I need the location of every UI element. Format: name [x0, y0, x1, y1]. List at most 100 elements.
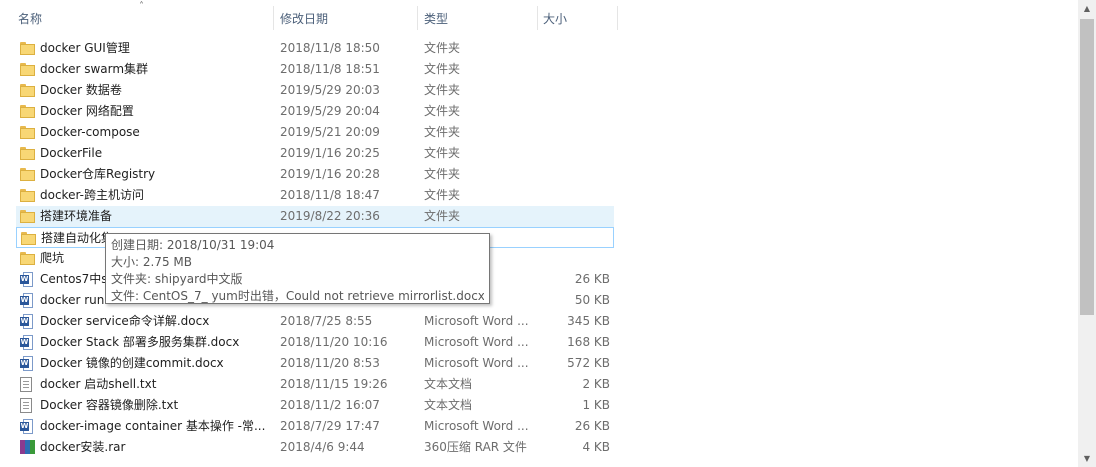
file-type: 文件夹 [424, 104, 461, 118]
file-modified-date: 2019/8/22 20:36 [280, 209, 380, 223]
file-size [536, 122, 610, 143]
file-size [536, 38, 610, 59]
vertical-scrollbar[interactable]: ▲ ▼ [1078, 0, 1096, 467]
file-size: 50 KB [574, 293, 610, 307]
file-size: 345 KB [567, 314, 610, 328]
file-size: 26 KB [574, 272, 610, 286]
folder-icon [20, 83, 36, 98]
folder-icon [20, 251, 36, 266]
file-row[interactable]: docker GUI管理 2018/11/8 18:50 文件夹 [16, 38, 614, 59]
file-type: 360压缩 RAR 文件 [424, 440, 527, 454]
column-header-name[interactable]: 名称 [18, 0, 42, 36]
file-modified-date: 2018/11/20 8:53 [280, 356, 380, 370]
text-file-icon [20, 377, 36, 392]
file-name: docker安装.rar [40, 440, 126, 454]
file-type: Microsoft Word ... [424, 335, 529, 349]
scroll-down-arrow-icon[interactable]: ▼ [1078, 450, 1096, 467]
file-name: Docker-compose [40, 125, 140, 139]
file-modified-date: 2018/7/25 8:55 [280, 314, 373, 328]
tooltip-files: 文件: CentOS_7_ yum时出错，Could not retrieve … [111, 289, 484, 303]
file-row[interactable]: docker安装.rar 2018/4/6 9:44 360压缩 RAR 文件 4 K… [16, 437, 614, 458]
file-name: Docker仓库Registry [40, 167, 156, 181]
file-type: 文件夹 [424, 209, 461, 223]
column-divider[interactable] [417, 6, 418, 30]
file-type: 文件夹 [424, 167, 461, 181]
file-size [536, 143, 610, 164]
file-size: 26 KB [574, 419, 610, 433]
file-modified-date: 2019/1/16 20:25 [280, 146, 380, 160]
folder-icon [20, 188, 36, 203]
file-type: Microsoft Word ... [424, 356, 529, 370]
file-size [537, 228, 611, 249]
column-divider[interactable] [617, 6, 618, 30]
column-header-type[interactable]: 类型 [424, 0, 448, 36]
file-modified-date: 2018/11/2 16:07 [280, 398, 380, 412]
scroll-up-arrow-icon[interactable]: ▲ [1078, 0, 1096, 17]
folder-icon [20, 104, 36, 119]
word-doc-icon: W [20, 293, 36, 308]
file-row[interactable]: Docker-compose 2019/5/21 20:09 文件夹 [16, 122, 614, 143]
file-modified-date: 2019/1/16 20:28 [280, 167, 380, 181]
file-modified-date: 2018/11/8 18:47 [280, 188, 380, 202]
file-size [536, 80, 610, 101]
file-row[interactable]: W Docker 镜像的创建commit.docx 2018/11/20 8:53 M… [16, 353, 614, 374]
file-name: Docker 镜像的创建commit.docx [40, 356, 224, 370]
file-row[interactable]: DockerFile 2019/1/16 20:25 文件夹 [16, 143, 614, 164]
file-size [536, 164, 610, 185]
folder-icon [21, 231, 37, 246]
file-modified-date: 2019/5/29 20:04 [280, 104, 380, 118]
word-doc-icon: W [20, 419, 36, 434]
file-modified-date: 2018/11/8 18:51 [280, 62, 380, 76]
file-size: 572 KB [567, 356, 610, 370]
column-divider[interactable] [537, 6, 538, 30]
file-size: 168 KB [567, 335, 610, 349]
file-type: 文件夹 [424, 83, 461, 97]
tooltip-created-date: 创建日期: 2018/10/31 19:04 [111, 238, 275, 252]
file-row[interactable]: W Docker service命令详解.docx 2018/7/25 8:55 Mi… [16, 311, 614, 332]
folder-icon [20, 62, 36, 77]
file-row[interactable]: Docker 网络配置 2019/5/29 20:04 文件夹 [16, 101, 614, 122]
file-size: 4 KB [582, 440, 610, 454]
column-divider[interactable] [273, 6, 274, 30]
file-name: Docker Stack 部署多服务集群.docx [40, 335, 240, 349]
column-header-date[interactable]: 修改日期 [280, 0, 328, 36]
file-row[interactable]: 搭建环境准备 2019/8/22 20:36 文件夹 [16, 206, 614, 227]
file-type: 文件夹 [424, 146, 461, 160]
file-size [536, 248, 610, 269]
file-name: DockerFile [40, 146, 103, 160]
file-name: Docker 数据卷 [40, 83, 122, 97]
file-row[interactable]: Docker 容器镜像删除.txt 2018/11/2 16:07 文本文档 1 KB [16, 395, 614, 416]
file-name: docker-跨主机访问 [40, 188, 144, 202]
word-doc-icon: W [20, 356, 36, 371]
file-type: 文件夹 [424, 125, 461, 139]
file-type: 文本文档 [424, 398, 473, 412]
file-size [536, 206, 610, 227]
file-modified-date: 2018/4/6 9:44 [280, 440, 365, 454]
file-name: docker-image container 基本操作 -常... [40, 419, 266, 433]
column-header-bar: 名称 ˄ 修改日期 类型 大小 [0, 0, 1078, 36]
file-type: 文件夹 [424, 62, 461, 76]
scrollbar-thumb[interactable] [1080, 19, 1094, 315]
file-modified-date: 2019/5/29 20:03 [280, 83, 380, 97]
file-name: docker swarm集群 [40, 62, 149, 76]
file-row[interactable]: docker-跨主机访问 2018/11/8 18:47 文件夹 [16, 185, 614, 206]
file-name: Docker service命令详解.docx [40, 314, 210, 328]
file-row[interactable]: Wdocker-image container 基本操作 -常... 2018/7… [16, 416, 614, 437]
column-header-size[interactable]: 大小 [543, 0, 567, 36]
file-row[interactable]: docker swarm集群 2018/11/8 18:51 文件夹 [16, 59, 614, 80]
file-row[interactable]: Docker仓库Registry 2019/1/16 20:28 文件夹 [16, 164, 614, 185]
file-modified-date: 2018/11/20 10:16 [280, 335, 388, 349]
file-size [536, 185, 610, 206]
file-size [536, 59, 610, 80]
file-row[interactable]: W Docker Stack 部署多服务集群.docx 2018/11/20 10:… [16, 332, 614, 353]
folder-icon [20, 209, 36, 224]
file-modified-date: 2018/7/29 17:47 [280, 419, 380, 433]
file-name: Docker 容器镜像删除.txt [40, 398, 179, 412]
file-row[interactable]: Docker 数据卷 2019/5/29 20:03 文件夹 [16, 80, 614, 101]
file-name: 搭建环境准备 [40, 209, 113, 223]
file-row[interactable]: docker 启动shell.txt 2018/11/15 19:26 文本文档 2 … [16, 374, 614, 395]
file-name: Docker 网络配置 [40, 104, 134, 118]
file-type: 文件夹 [424, 188, 461, 202]
file-type: Microsoft Word ... [424, 419, 529, 433]
file-size [536, 101, 610, 122]
